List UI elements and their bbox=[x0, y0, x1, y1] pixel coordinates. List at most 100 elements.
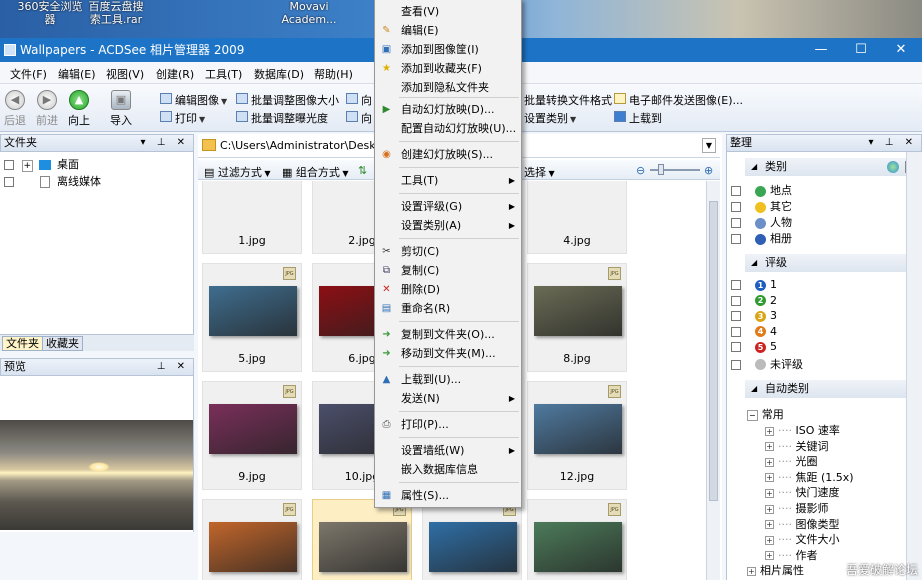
expand-icon[interactable]: + bbox=[765, 488, 774, 498]
context-menu-item[interactable]: 查看(V) bbox=[375, 2, 521, 21]
context-menu-item[interactable]: ➜ 复制到文件夹(O)... bbox=[375, 325, 521, 344]
menu-edit[interactable]: 编辑(E) bbox=[58, 66, 96, 82]
auto-category-item[interactable]: + ···· 关键词 bbox=[765, 438, 828, 454]
scrollbar-thumb[interactable] bbox=[709, 201, 718, 501]
minimize-button[interactable]: — bbox=[804, 38, 838, 62]
set-category-button[interactable]: 设置类别 ▼ bbox=[524, 110, 576, 126]
context-menu-item[interactable]: ★ 添加到收藏夹(F) bbox=[375, 59, 521, 78]
zoom-in-icon[interactable]: ⊕ bbox=[704, 164, 713, 177]
expand-icon[interactable]: + bbox=[765, 520, 774, 530]
context-menu-item[interactable]: 设置类别(A) ▶ bbox=[375, 216, 521, 235]
category-checkbox[interactable] bbox=[731, 202, 741, 212]
expand-icon[interactable]: + bbox=[765, 473, 774, 483]
category-checkbox[interactable] bbox=[731, 234, 741, 244]
batch-resize-button[interactable]: 批量调整图像大小 bbox=[236, 92, 339, 108]
expand-icon[interactable]: + bbox=[765, 426, 774, 436]
folder-checkbox[interactable] bbox=[4, 160, 14, 170]
zoom-out-icon[interactable]: ⊖ bbox=[636, 164, 645, 177]
rating-checkbox[interactable] bbox=[731, 326, 741, 337]
group-button[interactable]: ▦ 组合方式 ▼ bbox=[282, 164, 349, 180]
menu-database[interactable]: 数据库(D) bbox=[254, 66, 304, 82]
import-button[interactable]: ▣ 导入 bbox=[106, 90, 136, 128]
context-menu-item[interactable]: 工具(T) ▶ bbox=[375, 171, 521, 190]
pane-pin-close-icon[interactable]: ▾ ⊥ ✕ bbox=[141, 135, 189, 151]
thumbnail-item[interactable]: JPG15.jpg bbox=[422, 499, 522, 580]
upload-button[interactable]: 上载到 bbox=[614, 110, 662, 126]
organize-scrollbar[interactable] bbox=[906, 152, 922, 580]
close-button[interactable]: ✕ bbox=[884, 38, 918, 62]
menu-file[interactable]: 文件(F) bbox=[10, 66, 47, 82]
menu-view[interactable]: 视图(V) bbox=[106, 66, 144, 82]
desktop-icon-baidu-rar[interactable]: 百度云盘搜 索工具.rar bbox=[86, 0, 146, 26]
thumbnail-item[interactable]: JPG13.jpg bbox=[202, 499, 302, 580]
batch-convert-button[interactable]: 批量转换文件格式 bbox=[524, 92, 612, 108]
auto-category-common[interactable]: − 常用 bbox=[747, 406, 784, 422]
context-menu-item[interactable]: ▶ 自动幻灯放映(D)... bbox=[375, 100, 521, 119]
zoom-slider-thumb[interactable] bbox=[658, 164, 664, 175]
auto-category-item[interactable]: + ···· 文件大小 bbox=[765, 531, 839, 547]
rating-item[interactable]: 22 bbox=[731, 294, 777, 307]
auto-category-section-header[interactable]: ◢ 自动类别 bbox=[745, 380, 921, 398]
thumbnail-item[interactable]: JPG 12.jpg bbox=[527, 381, 627, 490]
context-menu-item[interactable]: ➜ 移动到文件夹(M)... bbox=[375, 344, 521, 363]
menu-help[interactable]: 帮助(H) bbox=[314, 66, 353, 82]
print-button[interactable]: 打印 ▼ bbox=[160, 110, 205, 126]
edit-image-button[interactable]: 编辑图像 ▼ bbox=[160, 92, 227, 108]
rating-item[interactable]: 未评级 bbox=[731, 356, 803, 372]
path-text[interactable]: C:\Users\Administrator\Desktop bbox=[220, 139, 394, 152]
menu-tools[interactable]: 工具(T) bbox=[205, 66, 242, 82]
pane-pin-close-icon[interactable]: ▾ ⊥ ✕ bbox=[869, 135, 917, 151]
context-menu-item[interactable]: ▣ 添加到图像筐(I) bbox=[375, 40, 521, 59]
context-menu-item[interactable]: 设置墙纸(W) ▶ bbox=[375, 441, 521, 460]
context-menu-item[interactable]: ▦ 属性(S)... bbox=[375, 486, 521, 505]
rotate-right-button[interactable]: 向 bbox=[346, 110, 372, 126]
category-item[interactable]: 人物 bbox=[731, 214, 792, 230]
pane-pin-close-icon[interactable]: ⊥ ✕ bbox=[157, 359, 189, 375]
context-menu-item[interactable]: ▤ 重命名(R) bbox=[375, 299, 521, 318]
collapse-icon[interactable]: − bbox=[747, 410, 758, 421]
context-menu-item[interactable]: 配置自动幻灯放映(U)... bbox=[375, 119, 521, 138]
auto-category-item[interactable]: + ···· 快门速度 bbox=[765, 484, 839, 500]
thumbnail-item[interactable]: JPG 8.jpg bbox=[527, 263, 627, 372]
expand-icon[interactable]: + bbox=[765, 551, 774, 561]
forward-button[interactable]: ▶ 前进 bbox=[32, 90, 62, 128]
tab-favorites[interactable]: 收藏夹 bbox=[42, 336, 83, 351]
category-item[interactable]: 地点 bbox=[731, 182, 792, 198]
rating-checkbox[interactable] bbox=[731, 295, 741, 306]
rating-item[interactable]: 44 bbox=[731, 325, 777, 338]
context-menu-item[interactable]: ✕ 删除(D) bbox=[375, 280, 521, 299]
category-item[interactable]: 相册 bbox=[731, 230, 792, 246]
tree-item-offline-media[interactable]: 离线媒体 bbox=[4, 173, 101, 189]
auto-category-item[interactable]: + ···· 作者 bbox=[765, 547, 817, 563]
thumbnail-item[interactable]: 1.jpg bbox=[202, 181, 302, 254]
vertical-scrollbar[interactable] bbox=[706, 181, 720, 580]
folder-checkbox[interactable] bbox=[4, 177, 14, 187]
thumbnail-item[interactable]: JPG 5.jpg bbox=[202, 263, 302, 372]
category-checkbox[interactable] bbox=[731, 186, 741, 196]
auto-category-item[interactable]: + ···· 光圈 bbox=[765, 453, 817, 469]
context-menu-item[interactable]: ◉ 创建幻灯放映(S)... bbox=[375, 145, 521, 164]
rotate-left-button[interactable]: 向 bbox=[346, 92, 372, 108]
context-menu-item[interactable]: ✂ 剪切(C) bbox=[375, 242, 521, 261]
tab-folders[interactable]: 文件夹 bbox=[2, 336, 43, 351]
auto-category-item[interactable]: + ···· 摄影师 bbox=[765, 500, 828, 516]
filter-button[interactable]: ▤ 过滤方式 ▼ bbox=[204, 164, 271, 180]
category-item[interactable]: 其它 bbox=[731, 198, 792, 214]
expand-icon[interactable]: + bbox=[765, 457, 774, 467]
context-menu-item[interactable]: ▲ 上载到(U)... bbox=[375, 370, 521, 389]
photo-properties-item[interactable]: + 相片属性 bbox=[747, 562, 804, 578]
globe-icon[interactable] bbox=[887, 161, 899, 173]
sort-icon[interactable]: ⇅ bbox=[358, 164, 367, 177]
category-checkbox[interactable] bbox=[731, 218, 741, 228]
context-menu-item[interactable]: 添加到隐私文件夹 bbox=[375, 78, 521, 97]
auto-category-item[interactable]: + ···· 图像类型 bbox=[765, 516, 839, 532]
rating-checkbox[interactable] bbox=[731, 280, 741, 290]
path-dropdown-button[interactable]: ▼ bbox=[702, 138, 716, 153]
up-button[interactable]: ▲ 向上 bbox=[64, 90, 94, 128]
auto-category-item[interactable]: + ···· ISO 速率 bbox=[765, 422, 840, 438]
desktop-icon-360-browser[interactable]: 360安全浏览 器 bbox=[14, 0, 86, 26]
thumbnail-item[interactable]: JPG14.jpg bbox=[312, 499, 412, 580]
rating-checkbox[interactable] bbox=[731, 311, 741, 321]
email-button[interactable]: 电子邮件发送图像(E)... bbox=[614, 92, 743, 108]
maximize-button[interactable]: ☐ bbox=[844, 38, 878, 62]
